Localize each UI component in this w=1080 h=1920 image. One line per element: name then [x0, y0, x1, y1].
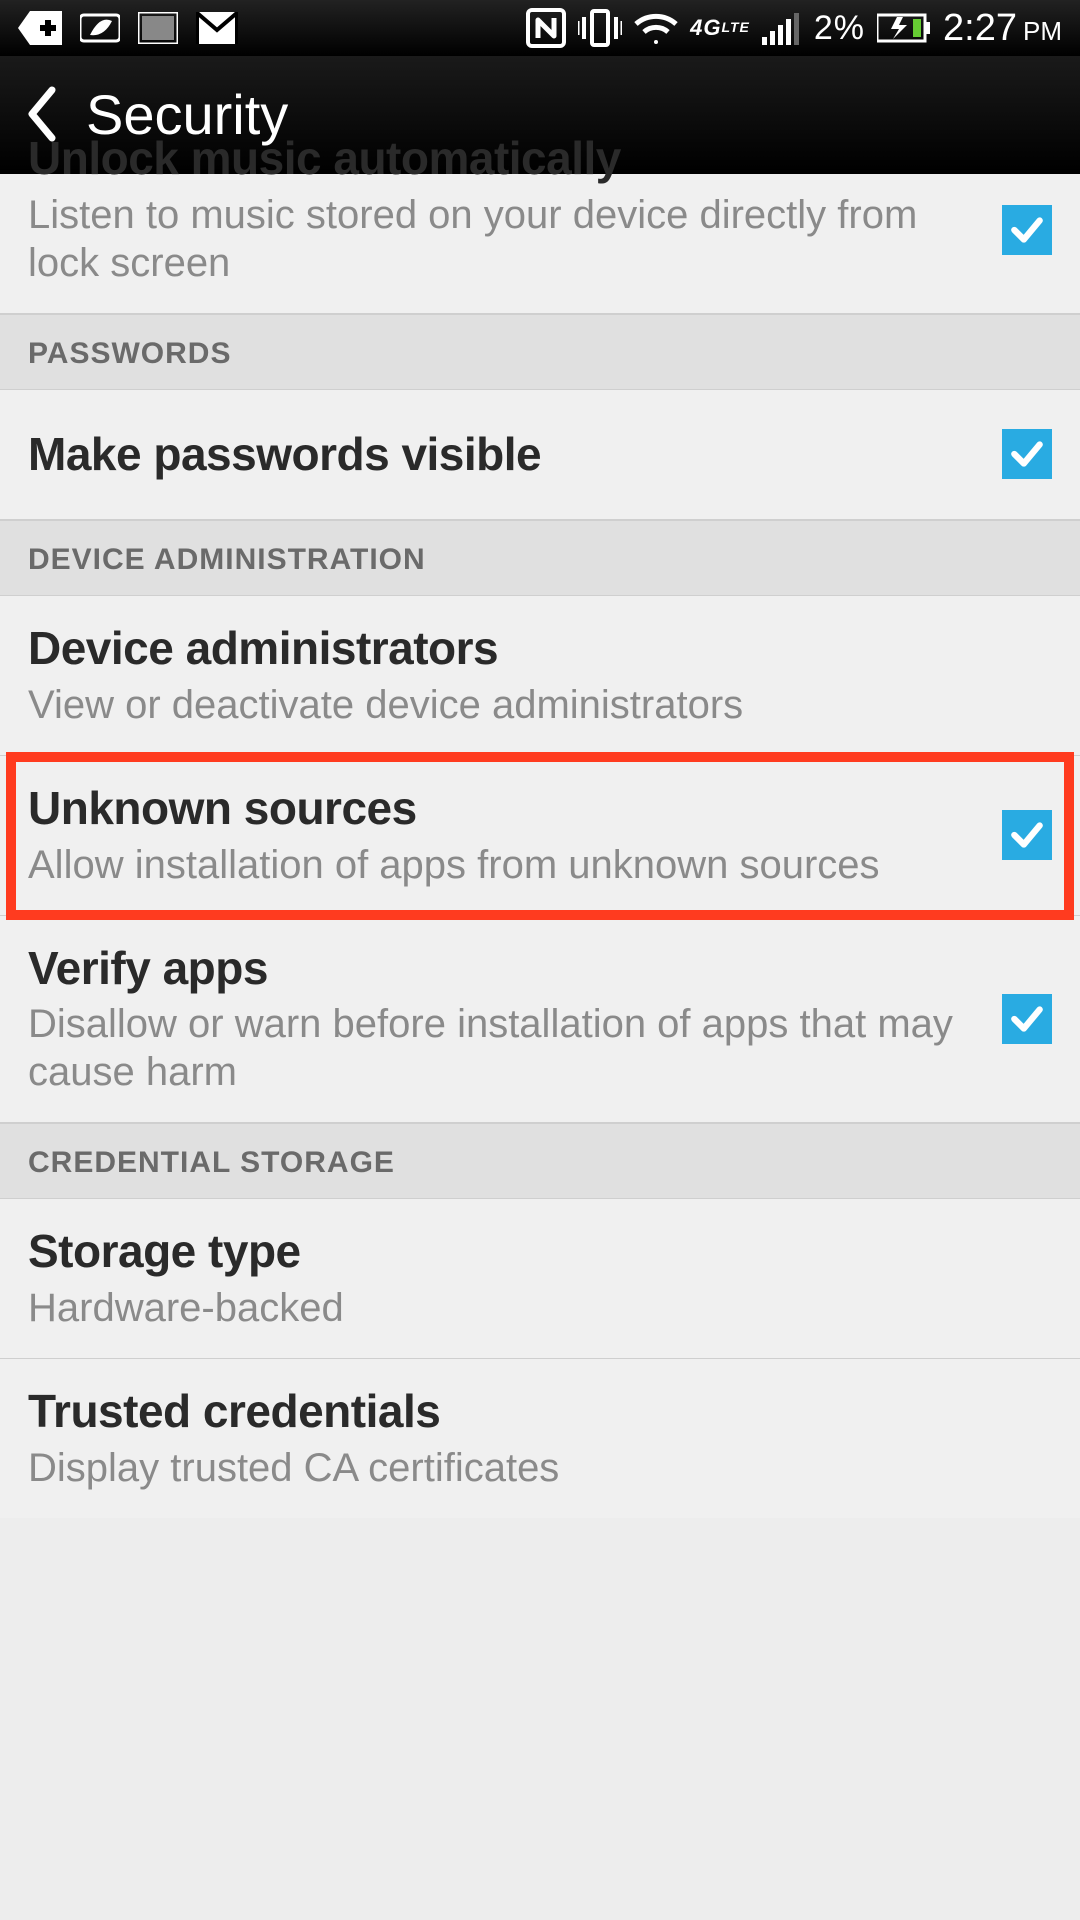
row-subtitle: View or deactivate device administrators: [28, 681, 1052, 729]
network-type-label: 4GLTE: [690, 19, 750, 37]
signal-icon: [762, 11, 802, 45]
tag-plus-icon: [18, 11, 62, 45]
row-unlock-music[interactable]: Unlock music automatically Listen to mus…: [0, 174, 1080, 314]
status-left-icons: [18, 11, 238, 45]
checkbox-unknown-sources[interactable]: [1002, 810, 1052, 860]
row-subtitle: Display trusted CA certificates: [28, 1444, 1052, 1492]
row-title: Device administrators: [28, 622, 1052, 675]
section-device-admin: DEVICE ADMINISTRATION: [0, 520, 1080, 596]
image-icon: [138, 12, 178, 44]
wifi-icon: [634, 10, 678, 46]
row-title: Verify apps: [28, 942, 982, 995]
checkbox-verify-apps[interactable]: [1002, 994, 1052, 1044]
clock-time: 2:27: [943, 7, 1017, 50]
checkbox-unlock-music[interactable]: [1002, 205, 1052, 255]
vibrate-icon: [578, 9, 622, 47]
checkbox-passwords-visible[interactable]: [1002, 429, 1052, 479]
row-storage-type[interactable]: Storage type Hardware-backed: [0, 1199, 1080, 1359]
row-trusted-credentials[interactable]: Trusted credentials Display trusted CA c…: [0, 1359, 1080, 1518]
leaf-icon: [80, 11, 120, 45]
nfc-icon: [526, 8, 566, 48]
row-subtitle: Listen to music stored on your device di…: [28, 191, 982, 287]
row-title: Trusted credentials: [28, 1385, 1052, 1438]
battery-charging-icon: [877, 13, 931, 43]
row-title: Unlock music automatically: [28, 132, 982, 185]
section-credential-storage: CREDENTIAL STORAGE: [0, 1123, 1080, 1199]
row-verify-apps[interactable]: Verify apps Disallow or warn before inst…: [0, 916, 1080, 1124]
row-title: Unknown sources: [28, 782, 982, 835]
clock-ampm: PM: [1023, 16, 1062, 47]
row-device-administrators[interactable]: Device administrators View or deactivate…: [0, 596, 1080, 756]
row-make-passwords-visible[interactable]: Make passwords visible: [0, 390, 1080, 520]
battery-percent: 2%: [814, 9, 865, 48]
clock: 2:27 PM: [943, 7, 1062, 50]
row-subtitle: Disallow or warn before installation of …: [28, 1000, 982, 1096]
section-passwords: PASSWORDS: [0, 314, 1080, 390]
gmail-icon: [196, 12, 238, 44]
row-title: Storage type: [28, 1225, 1052, 1278]
row-subtitle: Allow installation of apps from unknown …: [28, 841, 982, 889]
status-bar: 4GLTE 2% 2:27 PM: [0, 0, 1080, 56]
row-title: Make passwords visible: [28, 428, 982, 481]
row-unknown-sources[interactable]: Unknown sources Allow installation of ap…: [0, 756, 1080, 916]
settings-list[interactable]: Unlock music automatically Listen to mus…: [0, 174, 1080, 1518]
status-right-icons: 4GLTE 2% 2:27 PM: [526, 7, 1062, 50]
row-subtitle: Hardware-backed: [28, 1284, 1052, 1332]
